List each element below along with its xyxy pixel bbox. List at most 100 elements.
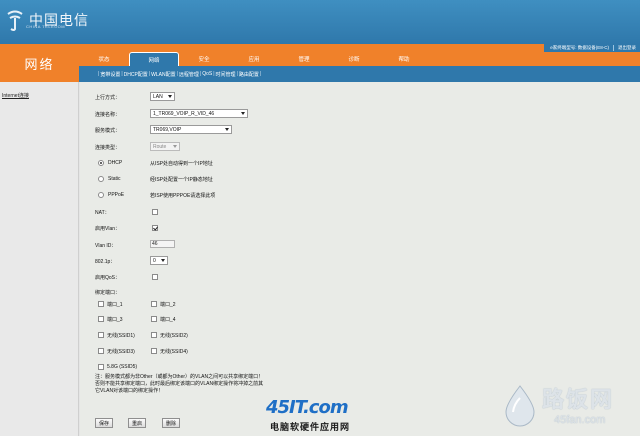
tab-security[interactable]: 安全	[179, 52, 229, 66]
device-model: e家终端型号: 数据设备(E8-C)	[550, 45, 609, 50]
ssid3-checkbox[interactable]	[98, 348, 104, 354]
port-4-label: 端口_4	[160, 317, 176, 323]
tab-application[interactable]: 应用	[229, 52, 279, 66]
mode-dhcp-label: DHCP	[108, 160, 123, 166]
mode-pppoe-desc: 若ISP使用PPPOE请选择此项	[150, 193, 216, 199]
mode-static-desc: 经ISP处配置一个IP静态地址	[150, 177, 213, 183]
note-line-1: 注：服务模式都为非Other（或都为Other）的VLAN之间可以共享绑定端口！	[95, 374, 264, 380]
tab-label: 状态	[98, 57, 110, 63]
ssid5-label: 5.8G (SSID5)	[107, 364, 138, 370]
subnav-item-wlan[interactable]: | WLAN配置	[148, 71, 176, 78]
conn-name-select[interactable]: 1_TR069_VOIP_R_VID_46	[150, 109, 248, 118]
chevron-down-icon	[225, 128, 229, 131]
p8021-label: 802.1p：	[95, 259, 116, 265]
subnav-item-dhcp[interactable]: | DHCP配置	[120, 71, 147, 78]
sidebar-item-internet[interactable]: Internet连接	[2, 92, 29, 99]
save-button[interactable]: 保存	[95, 418, 113, 428]
p8021-select[interactable]: 0	[150, 256, 168, 265]
tab-bar: 状态 网络 安全 应用 管理 诊断 帮助	[79, 52, 429, 66]
subnav-item-qos[interactable]: | QoS	[199, 71, 212, 77]
port-3-label: 端口_3	[107, 317, 123, 323]
vlan-id-label: Vlan ID：	[95, 243, 117, 249]
divider	[613, 45, 614, 51]
bind-ports-label: 绑定端口：	[95, 290, 121, 296]
ssid1-label: 无线(SSID1)	[107, 333, 135, 339]
watermark-45it-subtitle: 电脑软硬件应用网	[270, 422, 351, 432]
device-info: e家终端型号: 数据设备(E8-C) 退出登录	[544, 44, 640, 52]
note-line-3: 它VLAN对该端口的绑定操作！	[95, 388, 164, 394]
uplink-value: LAN	[153, 93, 163, 100]
watermark-45it: 45IT.com 电脑软硬件应用网	[266, 397, 378, 432]
tab-label: 安全	[198, 57, 210, 63]
main-nav: e家终端型号: 数据设备(E8-C) 退出登录 状态 网络 安全 应用 管理 诊…	[79, 44, 640, 66]
chevron-down-icon	[161, 259, 165, 262]
port-4-checkbox[interactable]	[151, 316, 157, 322]
port-2-label: 端口_2	[160, 302, 176, 308]
sub-nav: | 宽带设置 | DHCP配置 | WLAN配置 | 远程管理 | QoS | 时间管理 |…	[79, 66, 640, 82]
section-title-box: 网络	[0, 44, 79, 82]
ssid5-checkbox[interactable]	[98, 364, 104, 370]
tab-help[interactable]: 帮助	[379, 52, 429, 66]
tab-label: 帮助	[398, 57, 410, 63]
qos-checkbox[interactable]	[152, 274, 158, 280]
top-banner: 中国电信 CHINA TELECOM	[0, 0, 640, 44]
logo-subtitle: CHINA TELECOM	[26, 24, 66, 29]
nat-checkbox[interactable]	[152, 209, 158, 215]
qos-label: 启用QoS：	[95, 275, 121, 281]
conn-name-label: 连接名称：	[95, 112, 121, 118]
mode-dhcp-desc: 从ISP处自动得到一个IP地址	[150, 161, 213, 167]
port-1-label: 端口_1	[107, 302, 123, 308]
water-drop-icon	[505, 385, 535, 427]
ssid4-label: 无线(SSID4)	[160, 349, 188, 355]
tab-status[interactable]: 状态	[79, 52, 129, 66]
vlan-enable-checkbox[interactable]	[152, 225, 158, 231]
p8021-value: 0	[153, 257, 156, 264]
nat-label: NAT：	[95, 210, 110, 216]
port-3-checkbox[interactable]	[98, 316, 104, 322]
conn-type-label: 连接类型：	[95, 145, 121, 151]
tab-network[interactable]: 网络	[129, 52, 179, 66]
tab-label: 应用	[248, 57, 260, 63]
subnav-item-remote[interactable]: | 远程管理	[176, 71, 199, 78]
ssid1-checkbox[interactable]	[98, 332, 104, 338]
logout-link[interactable]: 退出登录	[618, 45, 636, 51]
port-1-checkbox[interactable]	[98, 301, 104, 307]
subnav-item-time[interactable]: | 时间管理	[212, 71, 235, 78]
subnav-item-routing[interactable]: | 路由配置 |	[236, 71, 263, 78]
mode-dhcp-radio[interactable]	[98, 160, 104, 166]
tab-label: 诊断	[348, 57, 360, 63]
port-2-checkbox[interactable]	[151, 301, 157, 307]
tab-management[interactable]: 管理	[279, 52, 329, 66]
service-mode-label: 服务模式：	[95, 128, 121, 134]
watermark-45fan-name: 路饭网	[542, 387, 615, 412]
uplink-select[interactable]: LAN	[150, 92, 175, 101]
watermark-45fan-url: 45fan.com	[554, 414, 606, 426]
chevron-down-icon	[241, 112, 245, 115]
note-line-2: 否则不能共享绑定端口，此时最后绑定该端口的VLAN绑定操作将冲掉之前其	[95, 381, 264, 387]
service-mode-select[interactable]: TR069,VOIP	[150, 125, 232, 134]
conn-type-select: Route	[150, 142, 180, 151]
watermark-45fan: 路饭网 45fan.com	[498, 380, 638, 434]
watermark-45it-logo: 45IT.com	[266, 397, 349, 418]
vlan-id-input[interactable]: 46	[150, 240, 175, 248]
mode-static-label: Static	[108, 176, 121, 182]
tab-label: 管理	[298, 57, 310, 63]
telecom-logo-icon	[4, 8, 26, 32]
sidebar: Internet连接	[0, 82, 79, 436]
mode-static-radio[interactable]	[98, 176, 104, 182]
delete-button[interactable]: 删除	[162, 418, 180, 428]
ssid2-label: 无线(SSID2)	[160, 333, 188, 339]
vlan-enable-label: 启用Vlan：	[95, 226, 121, 232]
uplink-label: 上行方式：	[95, 95, 121, 101]
reboot-button[interactable]: 重启	[128, 418, 146, 428]
ssid3-label: 无线(SSID3)	[107, 349, 135, 355]
tab-label: 网络	[148, 57, 160, 64]
bind-note: 注：服务模式都为非Other（或都为Other）的VLAN之间可以共享绑定端口！…	[95, 374, 315, 395]
mode-pppoe-radio[interactable]	[98, 192, 104, 198]
subnav-item-broadband[interactable]: | 宽带设置	[97, 71, 120, 78]
ssid4-checkbox[interactable]	[151, 348, 157, 354]
conn-type-value: Route	[153, 143, 167, 150]
tab-diagnostics[interactable]: 诊断	[329, 52, 379, 66]
mode-pppoe-label: PPPoE	[108, 192, 125, 198]
ssid2-checkbox[interactable]	[151, 332, 157, 338]
